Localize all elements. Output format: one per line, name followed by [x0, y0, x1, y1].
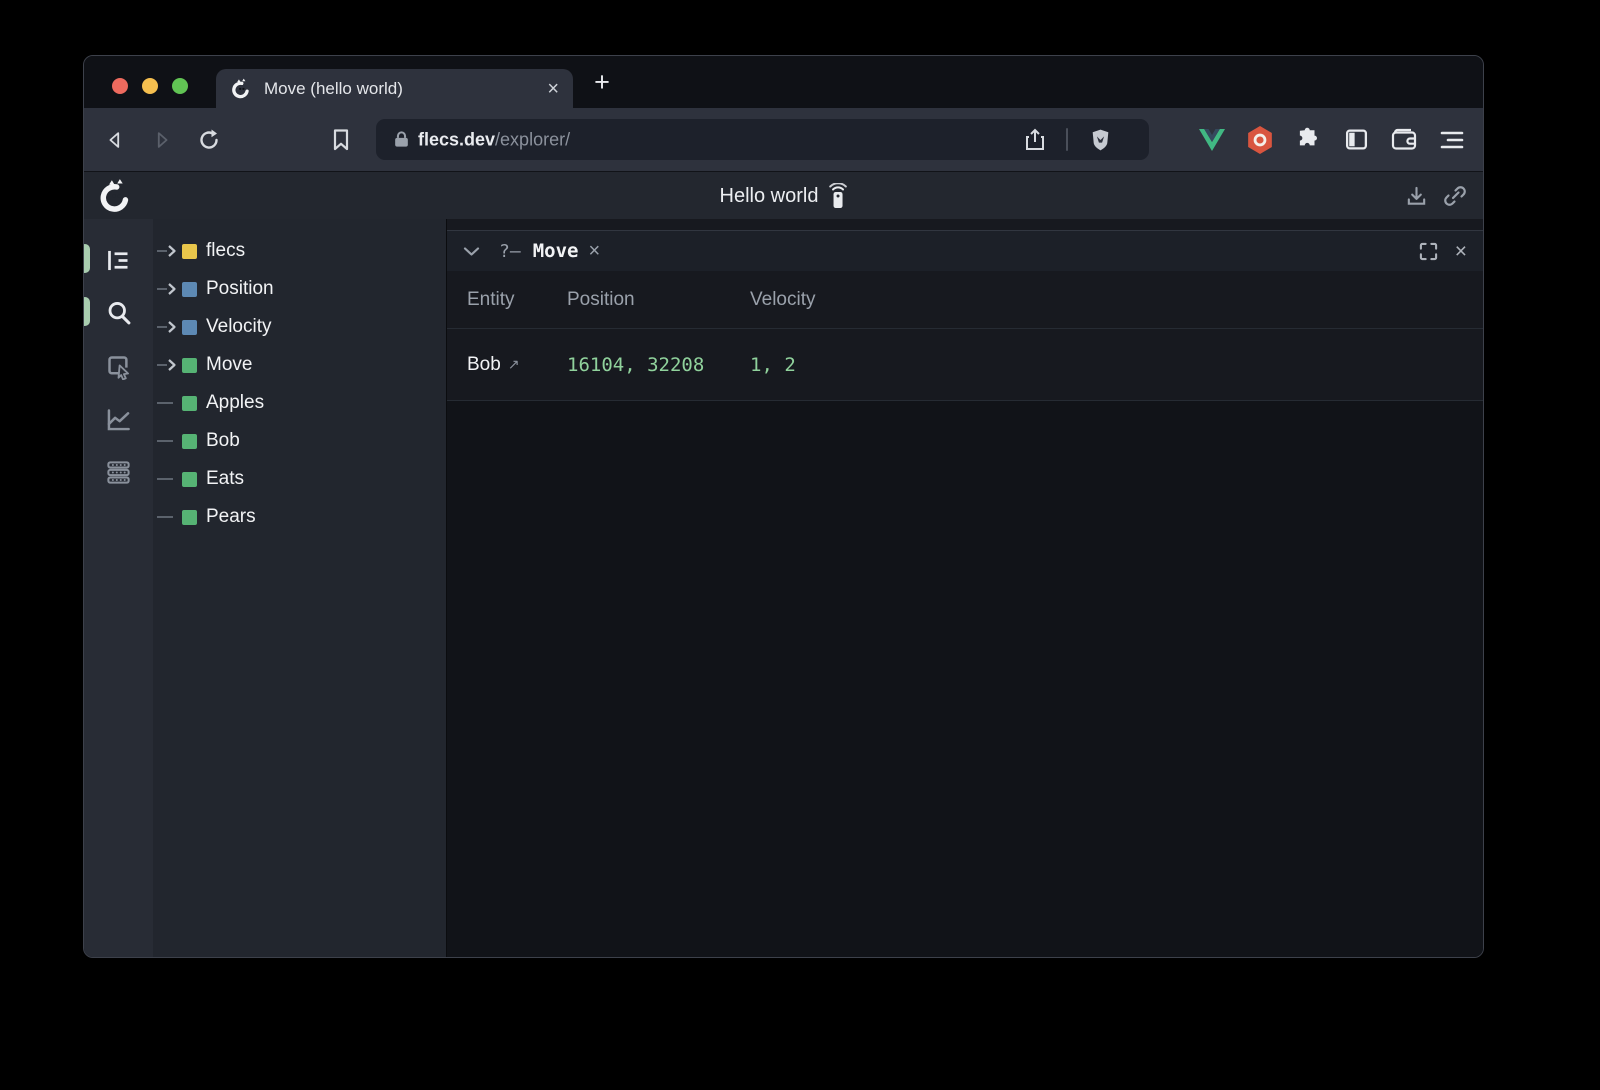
- tree-item-label: Eats: [206, 468, 244, 490]
- tree-item-move[interactable]: Move: [153, 346, 446, 384]
- urlbar-divider: [1066, 128, 1068, 151]
- minimize-window-button[interactable]: [142, 78, 158, 94]
- lock-icon: [392, 130, 411, 149]
- leaf-tick-icon: [157, 510, 179, 524]
- leaf-tick-icon: [157, 472, 179, 486]
- world-title: Hello world: [720, 185, 819, 208]
- column-header-velocity: Velocity: [750, 289, 1483, 311]
- entity-color-square: [182, 472, 197, 487]
- entity-color-square: [182, 244, 197, 259]
- entity-color-square: [182, 396, 197, 411]
- panel-close-icon[interactable]: ×: [1455, 241, 1467, 262]
- entity-color-square: [182, 320, 197, 335]
- query-results-panel: ?– Move × × Entity Position Velocity Bob: [446, 219, 1483, 957]
- url-path: /explorer/: [495, 129, 570, 149]
- tree-item-apples[interactable]: Apples: [153, 384, 446, 422]
- query-header: ?– Move × ×: [447, 230, 1483, 271]
- download-icon[interactable]: [1405, 185, 1428, 208]
- tree-item-bob[interactable]: Bob: [153, 422, 446, 460]
- column-header-position: Position: [567, 289, 750, 311]
- tree-item-label: flecs: [206, 240, 245, 262]
- browser-toolbar: flecs.dev/explorer/: [84, 108, 1483, 171]
- share-link-icon[interactable]: [1443, 184, 1467, 208]
- tree-item-velocity[interactable]: Velocity: [153, 308, 446, 346]
- expand-chevron-icon[interactable]: [157, 320, 179, 334]
- sidebar-toggle-icon[interactable]: [1343, 127, 1369, 153]
- leaf-tick-icon: [157, 434, 179, 448]
- tree-item-position[interactable]: Position: [153, 270, 446, 308]
- flecs-favicon: [230, 78, 251, 99]
- tree-item-eats[interactable]: Eats: [153, 460, 446, 498]
- hexagon-extension-icon[interactable]: [1247, 127, 1273, 153]
- results-table-header: Entity Position Velocity: [447, 271, 1483, 329]
- back-button[interactable]: [104, 129, 126, 151]
- stats-chart-panel-button[interactable]: [105, 405, 133, 433]
- address-bar[interactable]: flecs.dev/explorer/: [376, 119, 1149, 160]
- url-text: flecs.dev/explorer/: [418, 129, 570, 150]
- entity-color-square: [182, 434, 197, 449]
- tree-item-label: Apples: [206, 392, 264, 414]
- new-tab-button[interactable]: +: [587, 67, 617, 97]
- entity-color-square: [182, 282, 197, 297]
- tab-close-icon[interactable]: ×: [547, 79, 559, 99]
- tree-item-flecs[interactable]: flecs: [153, 232, 446, 270]
- expand-chevron-icon[interactable]: [157, 358, 179, 372]
- fullscreen-icon[interactable]: [1419, 242, 1438, 261]
- bookmark-icon[interactable]: [331, 128, 351, 152]
- zoom-window-button[interactable]: [172, 78, 188, 94]
- icon-rail: [84, 219, 153, 957]
- active-indicator: [83, 297, 90, 326]
- extensions-cluster: [1199, 108, 1465, 171]
- query-kind-label: ?–: [499, 241, 521, 262]
- position-value: 16104, 32208: [567, 354, 750, 376]
- query-remove-icon[interactable]: ×: [588, 240, 600, 263]
- close-window-button[interactable]: [112, 78, 128, 94]
- explorer-header: Hello world: [84, 171, 1483, 219]
- table-row: Bob ↗ 16104, 32208 1, 2: [447, 329, 1483, 401]
- entity-color-square: [182, 358, 197, 373]
- query-title: Move: [533, 240, 579, 262]
- column-header-entity: Entity: [467, 289, 567, 311]
- tree-item-pears[interactable]: Pears: [153, 498, 446, 536]
- reload-button[interactable]: [197, 128, 221, 152]
- tree-item-label: Velocity: [206, 316, 271, 338]
- share-icon[interactable]: [1024, 128, 1046, 152]
- tree-item-label: Position: [206, 278, 274, 300]
- entity-link[interactable]: Bob: [467, 354, 501, 376]
- velocity-value: 1, 2: [750, 354, 1483, 376]
- extensions-puzzle-icon[interactable]: [1295, 127, 1321, 153]
- data-rows-panel-button[interactable]: [105, 458, 133, 486]
- window-controls: [112, 78, 188, 94]
- browser-tab[interactable]: Move (hello world) ×: [216, 69, 573, 108]
- leaf-tick-icon: [157, 396, 179, 410]
- entity-color-square: [182, 510, 197, 525]
- external-link-icon: ↗: [508, 356, 520, 373]
- tab-strip: Move (hello world) × +: [84, 56, 1483, 108]
- remote-connection-icon[interactable]: [829, 183, 847, 209]
- tree-item-label: Move: [206, 354, 252, 376]
- brave-shield-icon[interactable]: [1088, 127, 1113, 153]
- forward-button[interactable]: [151, 129, 173, 151]
- flecs-logo: [97, 178, 132, 213]
- collapse-chevron-icon[interactable]: [463, 246, 480, 257]
- tree-item-label: Bob: [206, 430, 240, 452]
- url-domain: flecs.dev: [418, 129, 495, 149]
- results-empty-area: [447, 401, 1483, 957]
- vue-devtools-icon[interactable]: [1199, 127, 1225, 153]
- tree-item-label: Pears: [206, 506, 256, 528]
- entity-tree-panel: flecs Position Velocity Move Apples: [153, 219, 446, 957]
- browser-window: Move (hello world) × + flecs.dev/explore…: [83, 55, 1484, 958]
- menu-hamburger-icon[interactable]: [1439, 127, 1465, 153]
- wallet-icon[interactable]: [1391, 127, 1417, 153]
- expand-chevron-icon[interactable]: [157, 282, 179, 296]
- query-panel-button[interactable]: [105, 299, 133, 327]
- entity-tree-panel-button[interactable]: [105, 246, 133, 274]
- active-indicator: [83, 244, 90, 273]
- tab-title: Move (hello world): [264, 79, 547, 99]
- inspector-panel-button[interactable]: [105, 352, 133, 380]
- expand-chevron-icon[interactable]: [157, 244, 179, 258]
- explorer-content: flecs Position Velocity Move Apples: [84, 219, 1483, 957]
